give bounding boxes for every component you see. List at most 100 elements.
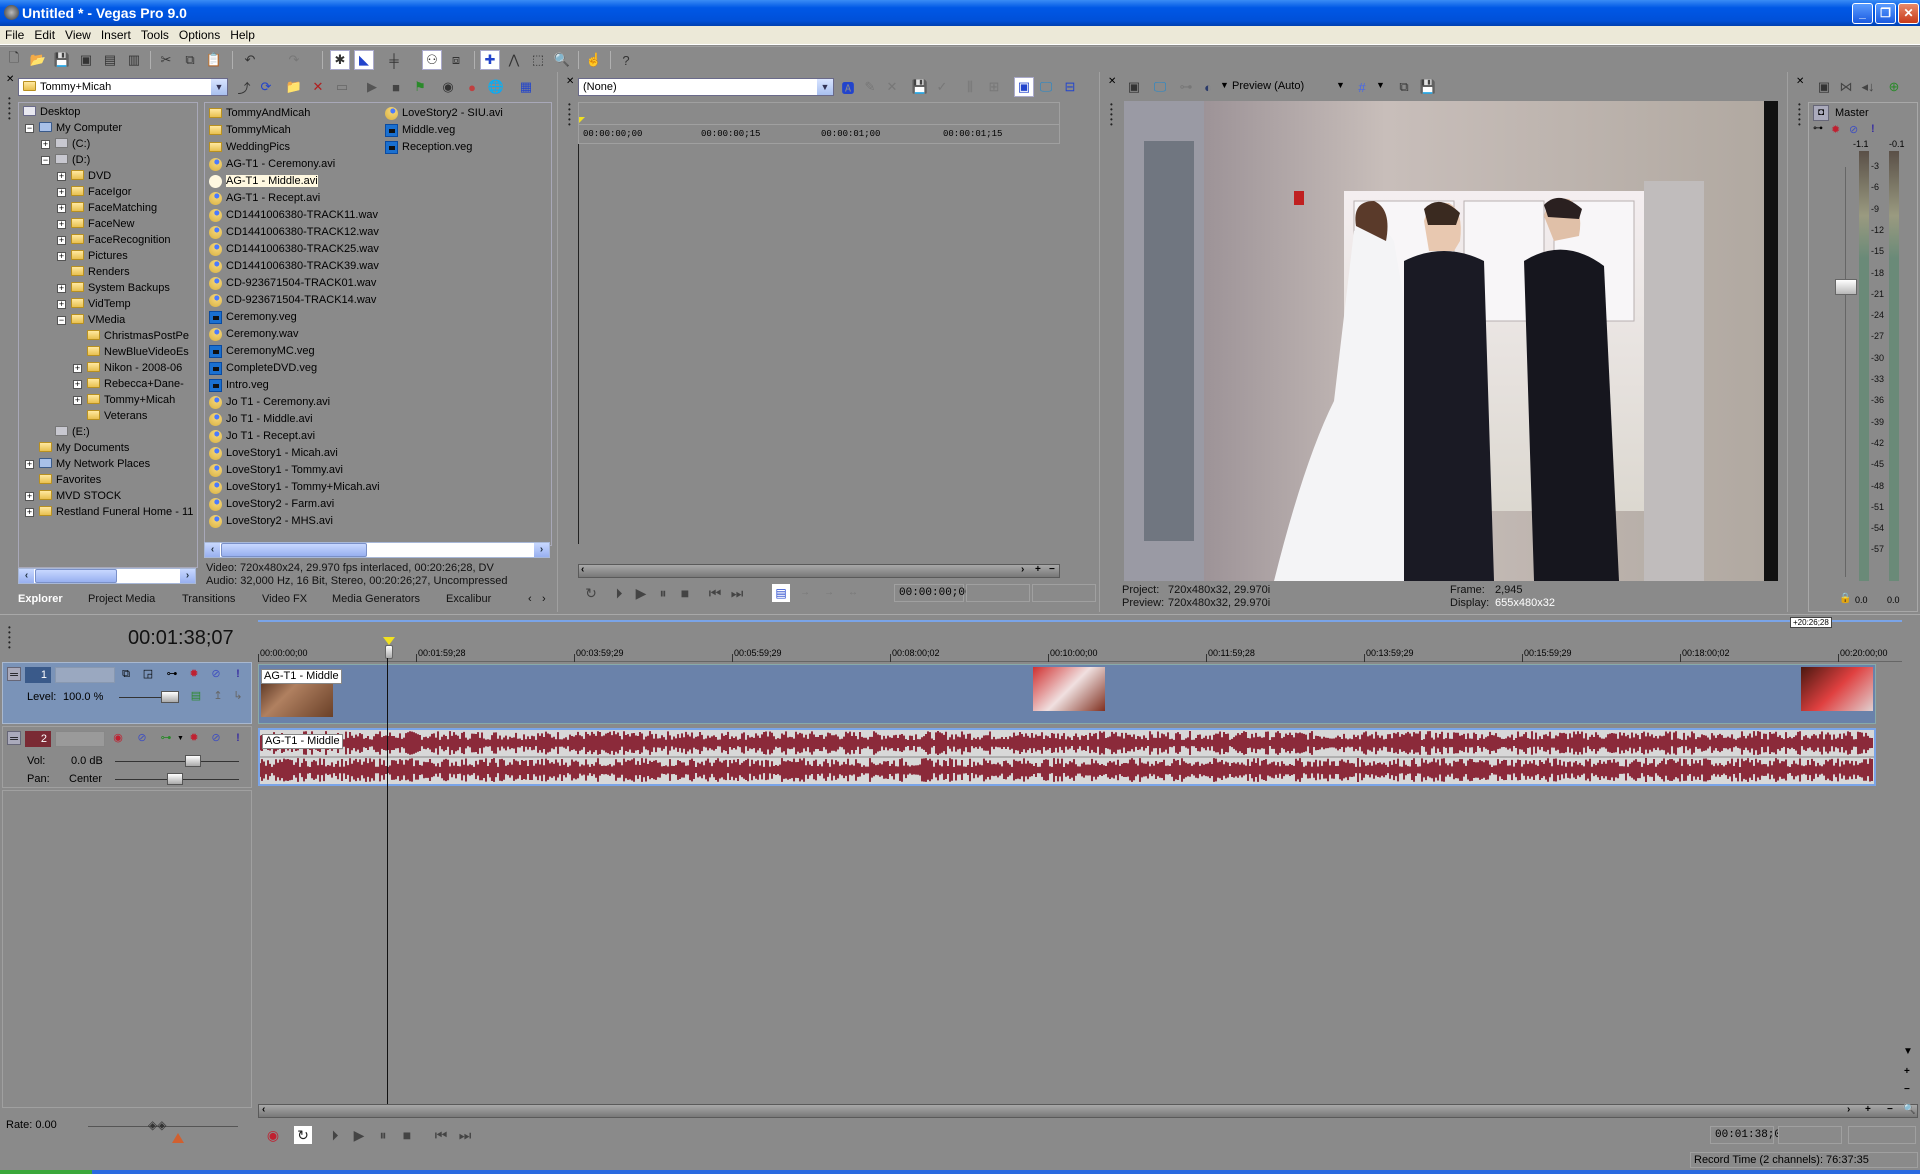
close-button[interactable]: ✕	[1898, 3, 1919, 24]
whats-this-icon[interactable]: ?	[616, 50, 636, 70]
scroll-left-icon[interactable]: ‹	[205, 543, 220, 557]
get-media-icon[interactable]: ◉	[438, 77, 458, 97]
menu-view[interactable]: View	[60, 26, 96, 45]
menu-tools[interactable]: Tools	[136, 26, 174, 45]
tree-item[interactable]: FaceRecognition	[71, 233, 171, 247]
audio-event[interactable]: AG-T1 - Middle	[258, 728, 1876, 786]
master-fx-icon[interactable]: ▣	[1814, 77, 1834, 97]
tree-item[interactable]: My Network Places	[39, 457, 150, 471]
track-name-field[interactable]	[55, 667, 115, 683]
zoom-out-icon[interactable]: −	[1049, 564, 1055, 575]
menu-help[interactable]: Help	[225, 26, 260, 45]
up-folder-icon[interactable]: ⤴	[234, 77, 254, 97]
play-from-start-icon[interactable]: ⏵	[326, 1126, 344, 1144]
enable-snapping-icon[interactable]: ☝	[584, 50, 604, 70]
render-icon[interactable]: ▤	[100, 50, 120, 70]
file-item[interactable]: Jo T1 - Ceremony.avi	[209, 394, 330, 410]
go-to-end-icon[interactable]: ⏭	[728, 584, 746, 602]
solo-icon[interactable]: !	[231, 667, 245, 681]
collapse-icon[interactable]: −	[57, 316, 66, 325]
tab-excalibur[interactable]: Excalibur	[440, 590, 497, 608]
file-item[interactable]: CompleteDVD.veg	[209, 360, 317, 376]
expand-icon[interactable]: +	[57, 220, 66, 229]
overlays-icon[interactable]: #	[1352, 77, 1372, 97]
timeline-scrollbar[interactable]: ‹ › + − 🔍	[258, 1104, 1918, 1118]
save-snapshot-icon[interactable]: 💾	[1418, 77, 1438, 97]
close-panel-icon[interactable]: ✕	[6, 74, 14, 85]
add-media-icon[interactable]: 🅰	[838, 77, 858, 97]
ripple-edit-icon[interactable]: ✱	[330, 50, 350, 70]
tree-item[interactable]: System Backups	[71, 281, 170, 295]
properties-icon[interactable]: ▥	[124, 50, 144, 70]
zoom-in-icon[interactable]: +	[1904, 1066, 1910, 1077]
file-item[interactable]: CD1441006380-TRACK25.wav	[209, 241, 379, 257]
refresh-icon[interactable]: ⟳	[256, 77, 276, 97]
collapse-icon[interactable]: −	[41, 156, 50, 165]
dock-grip[interactable]: • • • • •	[568, 101, 572, 129]
menu-file[interactable]: File	[0, 26, 29, 45]
close-panel-icon[interactable]: ✕	[1108, 76, 1116, 87]
mute-icon[interactable]: ⊘	[1849, 123, 1858, 136]
tree-item[interactable]: Restland Funeral Home - 11	[39, 505, 193, 519]
dim-output-icon[interactable]: ◂↓	[1858, 77, 1878, 97]
track-name-field[interactable]	[55, 731, 105, 747]
trimmer-scrollbar[interactable]: ‹ › + −	[578, 564, 1060, 578]
add-to-timeline-icon[interactable]: →	[796, 584, 814, 602]
close-panel-icon[interactable]: ✕	[566, 76, 574, 87]
trimmer-preset-dropdown[interactable]: (None) ▼	[578, 78, 834, 96]
file-item[interactable]: TommyMicah	[209, 122, 291, 138]
tab-project-media[interactable]: Project Media	[82, 590, 161, 608]
tree-item[interactable]: MVD STOCK	[39, 489, 121, 503]
loop-region-bar[interactable]	[258, 620, 1906, 622]
paste-icon[interactable]: 📋	[204, 50, 224, 70]
loop-playback-icon[interactable]: ↻	[294, 1126, 312, 1144]
record-icon[interactable]: ◉	[264, 1126, 282, 1144]
video-event[interactable]: AG-T1 - Middle	[258, 664, 1876, 724]
tree-item[interactable]: Favorites	[39, 473, 101, 487]
play-icon[interactable]: ▶	[362, 77, 382, 97]
maximize-button[interactable]: ❐	[1875, 3, 1896, 24]
scroll-right-icon[interactable]: ›	[1021, 564, 1024, 575]
external-monitor-icon[interactable]: 🖵	[1150, 77, 1170, 97]
playhead-handle[interactable]	[385, 645, 393, 659]
expand-icon[interactable]: +	[25, 492, 34, 501]
tree-item[interactable]: FaceNew	[71, 217, 134, 231]
scroll-left-icon[interactable]: ‹	[19, 569, 34, 583]
split-screen-icon[interactable]: ◐	[1198, 77, 1218, 97]
tree-scrollbar[interactable]: ‹ ›	[18, 568, 196, 584]
normal-edit-tool-icon[interactable]: ✚	[480, 50, 500, 70]
tree-item[interactable]: FaceIgor	[71, 185, 131, 199]
scroll-thumb[interactable]	[221, 543, 367, 557]
arm-record-icon[interactable]: ◉	[111, 731, 125, 745]
dock-grip[interactable]: • • • • •	[8, 624, 12, 652]
scroll-thumb[interactable]	[35, 569, 117, 583]
expand-icon[interactable]: +	[57, 172, 66, 181]
file-item[interactable]: CD1441006380-TRACK12.wav	[209, 224, 379, 240]
location-dropdown[interactable]: Tommy+Micah ▼	[18, 78, 228, 96]
tree-item[interactable]: Rebecca+Dane-	[87, 377, 184, 391]
insert-bus-icon[interactable]: ⊕	[1884, 77, 1904, 97]
scroll-right-icon[interactable]: ›	[180, 569, 195, 583]
tab-explorer[interactable]: Explorer	[12, 590, 69, 608]
split-icon[interactable]: ⫼	[960, 77, 980, 97]
apply-icon[interactable]: ✓	[932, 77, 952, 97]
playhead-marker-icon[interactable]	[383, 637, 395, 645]
expand-icon[interactable]: +	[25, 508, 34, 517]
dock-grip[interactable]: • • • • •	[8, 95, 12, 123]
file-item[interactable]: LoveStory2 - Farm.avi	[209, 496, 334, 512]
file-item[interactable]: AG-T1 - Middle.avi	[209, 173, 318, 189]
scroll-down-icon[interactable]: ▼	[1903, 1046, 1913, 1057]
parent-track-icon[interactable]: ↥	[211, 689, 225, 703]
delete-icon[interactable]: ✕	[308, 77, 328, 97]
master-fader[interactable]	[1835, 279, 1857, 295]
snap-icon[interactable]: ╪	[384, 50, 404, 70]
file-item[interactable]: Middle.veg	[385, 122, 455, 138]
minimize-button[interactable]: _	[1852, 3, 1873, 24]
video-output-fx-icon[interactable]: ▣	[1124, 77, 1144, 97]
tree-item[interactable]: Tommy+Micah	[87, 393, 175, 407]
zoom-out-icon[interactable]: −	[1887, 1104, 1893, 1115]
lock-envelopes-icon[interactable]: ⚇	[422, 50, 442, 70]
stop-icon[interactable]: ■	[676, 584, 694, 602]
close-panel-icon[interactable]: ✕	[1796, 76, 1804, 87]
file-item[interactable]: LoveStory1 - Tommy+Micah.avi	[209, 479, 380, 495]
